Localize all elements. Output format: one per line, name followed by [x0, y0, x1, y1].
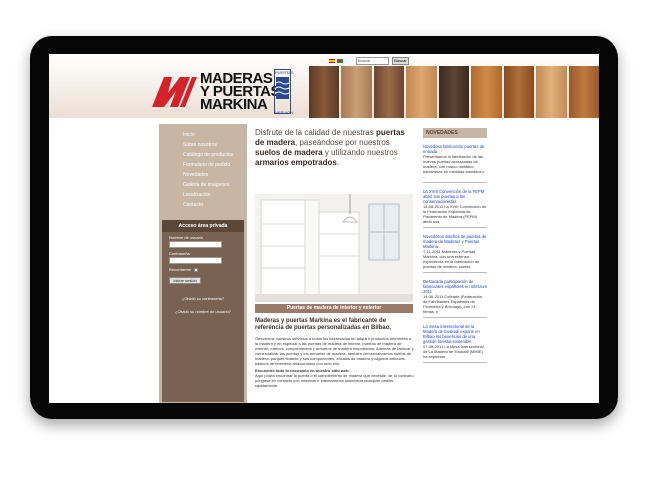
remember-label: Recordarme	[169, 267, 192, 272]
basque-flag-icon[interactable]	[337, 59, 343, 63]
intro-part: Disfrute de la calidad de nuestras	[255, 128, 374, 137]
news-item: Destacada participación de fabricantes e…	[423, 279, 487, 318]
news-item: La XVIII Convención de la FEPM abrió sus…	[423, 189, 487, 228]
door-image	[406, 66, 437, 118]
forgot-password-link[interactable]: ¿Olvidó su contraseña?	[162, 296, 244, 301]
markina-logo-icon[interactable]	[150, 73, 198, 109]
remember-row: Recordarme	[162, 264, 244, 275]
intro-part: , paseándose por nuestros	[295, 138, 390, 147]
nav-item-novedades[interactable]: Novedades	[159, 170, 247, 180]
puertas-logo-bottom: NERVION	[275, 110, 294, 115]
nav-item-catalogo[interactable]: Catálogo de productos	[159, 150, 247, 160]
news-headline-link[interactable]: La XVIII Convención de la FEPM abrió sus…	[423, 189, 487, 204]
photo-caption: Puertas de madera de interior y exterior	[255, 304, 413, 313]
username-label: Nombre de usuario	[169, 235, 204, 240]
door-image	[471, 66, 502, 118]
news-summary: 07-06-2011 La Mesa Intersectorial de La …	[423, 344, 484, 359]
access-title: Acceso área privada	[162, 220, 244, 232]
forgot-username-link[interactable]: ¿Olvidó su nombre de usuario?	[162, 309, 244, 314]
username-input[interactable]	[169, 241, 222, 248]
door-image	[536, 66, 567, 118]
news-headline-link[interactable]: La mesa intersectorial de la Madera de E…	[423, 324, 487, 344]
news-item: Novedosa fabricación puertas de entrada …	[423, 144, 487, 183]
nav-item-contacto[interactable]: Contacto	[159, 200, 247, 210]
door-image	[341, 66, 372, 118]
news-headline-link[interactable]: Novedosa fabricación puertas de entrada	[423, 144, 487, 154]
wardrobe-room-image	[255, 194, 413, 302]
news-summary: 14-06-2011 Cofearfe (Federación de Fabri…	[423, 294, 483, 314]
news-summary: 14-08-2011 La XVIII Convención de la Fed…	[423, 204, 487, 224]
intro-highlight: suelos de madera	[255, 148, 323, 157]
brand-name: Maderas y puertas Markina	[200, 71, 280, 112]
main-content: Disfrute de la calidad de nuestras puert…	[255, 128, 415, 403]
news-title: NOVEDADES	[423, 128, 487, 138]
door-image	[373, 66, 405, 118]
news-item: Novedosos diseños de puertas de madera d…	[423, 234, 487, 273]
intro-part: .	[336, 158, 340, 167]
news-summary: 7-11-2011 Maderas y Puertas Markina, con…	[423, 249, 480, 269]
site-header: Maderas y puertas Markina PUERTAS NERVIO…	[49, 54, 599, 118]
body-paragraph-3: Aquí podrá encontrar la puerta o el comp…	[255, 373, 415, 388]
website-screen: Maderas y puertas Markina PUERTAS NERVIO…	[49, 54, 599, 403]
login-button[interactable]: Iniciar sesión	[169, 277, 201, 284]
nav-item-localizacion[interactable]: Localización	[159, 190, 247, 200]
nav-item-inicio[interactable]: Inicio	[159, 130, 247, 140]
password-label: Contraseña	[169, 251, 190, 256]
language-flags	[329, 59, 343, 63]
header-doors-banner	[309, 66, 599, 118]
door-image	[568, 66, 599, 118]
door-image	[438, 66, 470, 118]
password-input[interactable]	[169, 257, 222, 264]
main-subtitle: Maderas y puertas Markina es el fabrican…	[255, 318, 392, 331]
door-image	[309, 66, 340, 118]
intro-highlight: armarios empotrados	[255, 158, 337, 167]
news-item: La mesa intersectorial de la Madera de E…	[423, 324, 487, 363]
private-access-box: Acceso área privada Nombre de usuario Co…	[162, 220, 244, 402]
nervion-waves-icon	[275, 77, 290, 99]
nav-item-formulario[interactable]: Formulario de pedido	[159, 160, 247, 170]
news-sidebar: NOVEDADES Novedosa fabricación puertas d…	[423, 128, 487, 403]
remember-checkbox[interactable]	[194, 267, 199, 272]
left-sidebar: Inicio Sobre nosotros Catálogo de produc…	[159, 124, 247, 403]
spain-flag-icon[interactable]	[329, 59, 335, 63]
intro-part: y utilizando nuestros	[322, 148, 398, 157]
nav-item-sobre-nosotros[interactable]: Sobre nosotros	[159, 140, 247, 150]
body-paragraph-1: Ofrecemos nuestros servicios a todos los…	[255, 336, 414, 366]
main-body: Ofrecemos nuestros servicios a todos los…	[255, 336, 415, 388]
nav-item-galeria[interactable]: Galería de imágenes	[159, 180, 247, 190]
main-nav: Inicio Sobre nosotros Catálogo de produc…	[159, 124, 247, 210]
news-headline-link[interactable]: Destacada participación de fabricantes e…	[423, 279, 487, 294]
puertas-nervion-logo: PUERTAS NERVION	[274, 69, 294, 115]
search-button[interactable]: Buscar	[392, 57, 409, 65]
search-input[interactable]: Buscar ...	[356, 57, 389, 65]
interior-photo	[255, 194, 413, 302]
news-summary: Presentamos la fabricación de las nuevas…	[423, 154, 485, 179]
door-image	[503, 66, 535, 118]
intro-text: Disfrute de la calidad de nuestras puert…	[255, 128, 415, 168]
news-headline-link[interactable]: Novedosos diseños de puertas de madera d…	[423, 234, 487, 249]
